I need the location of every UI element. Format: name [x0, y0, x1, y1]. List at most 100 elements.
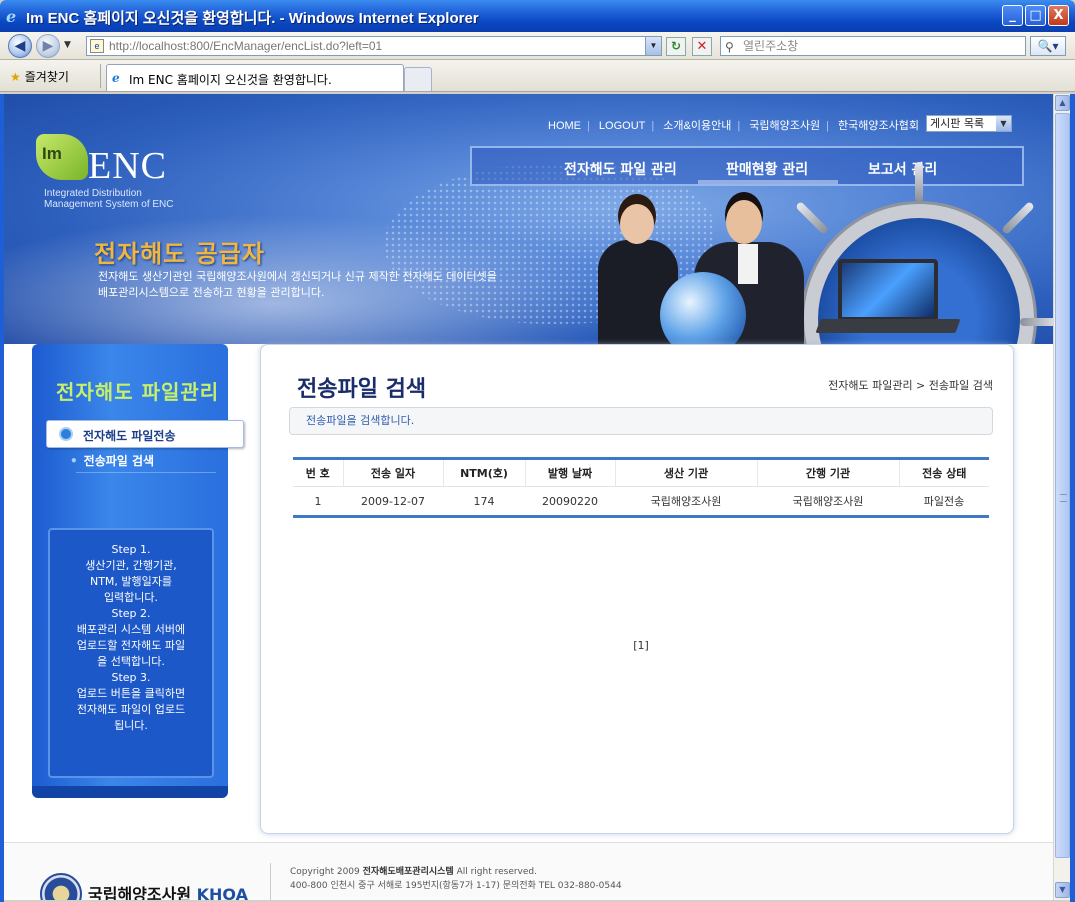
new-tab-button[interactable]	[404, 67, 432, 91]
cell-number: 1	[314, 494, 322, 508]
favorites-button[interactable]: ★ 즐겨찾기	[10, 68, 69, 85]
logo-leaf-icon[interactable]: Im	[36, 134, 88, 180]
col-header-issue-date: 발행 날짜	[524, 458, 615, 487]
vertical-scrollbar[interactable]: ▲ ▼	[1053, 94, 1070, 900]
minimize-button[interactable]: _	[1002, 5, 1023, 26]
address-dropdown-icon[interactable]: ▼	[645, 37, 661, 55]
results-table-wrap: 번 호 전송 일자 NTM(호) 발행 날짜 생산 기관 간행 기관 전송 상태…	[293, 457, 989, 652]
window-right-border	[1070, 94, 1075, 902]
topnav-home-link[interactable]: HOME	[548, 120, 581, 132]
step-line: 생산기관, 간행기관,	[85, 559, 177, 572]
close-button[interactable]: X	[1048, 5, 1069, 26]
main-nav: 전자해도 파일 관리 판매현황 관리 보고서 관리	[470, 146, 1024, 186]
logo-subtitle: Integrated Distribution Management Syste…	[44, 188, 174, 210]
banner-description-line2: 배포관리시스템으로 전송하고 현황을 관리합니다.	[98, 286, 325, 299]
step-line: 업로드할 전자해도 파일	[76, 639, 186, 652]
forward-button[interactable]: ▶	[36, 34, 60, 58]
sidebar-title: 전자해도 파일관리	[56, 380, 220, 404]
favorites-label: 즐겨찾기	[24, 70, 69, 84]
footer-address: 400-800 인천시 중구 서해로 195번지(항동7가 1-17) 문의전화…	[290, 881, 622, 891]
mainnav-active-underline	[698, 180, 838, 184]
khoa-seal-icon	[40, 873, 82, 900]
topnav-logout-link[interactable]: LOGOUT	[599, 120, 645, 132]
col-header-publisher: 간행 기관	[756, 458, 899, 487]
col-header-status: 전송 상태	[898, 458, 989, 487]
page-icon: e	[90, 39, 104, 53]
ie-logo-icon: e	[6, 7, 17, 26]
address-url-text: http://localhost:800/EncManager/encList.…	[109, 39, 383, 53]
page-title: 전송파일 검색	[297, 377, 427, 402]
sidebar-item-label: 전자해도 파일전송	[83, 429, 176, 443]
col-header-producer: 생산 기관	[614, 458, 757, 487]
scroll-thumb[interactable]	[1055, 113, 1070, 858]
circle-arrow-icon	[59, 427, 73, 441]
step-line: Step 1.	[111, 543, 151, 556]
mainnav-reports[interactable]: 보고서 관리	[868, 159, 937, 179]
star-icon: ★	[10, 70, 21, 84]
search-go-button[interactable]: 🔍▾	[1030, 36, 1066, 56]
step-line: Step 2.	[111, 607, 151, 620]
step-line: 전자해도 파일이 업로드	[76, 703, 186, 716]
address-input[interactable]: e http://localhost:800/EncManager/encLis…	[86, 36, 662, 56]
table-header-row: 번 호 전송 일자 NTM(호) 발행 날짜 생산 기관 간행 기관 전송 상태	[293, 458, 989, 487]
refresh-button[interactable]: ↻	[666, 37, 686, 56]
step-line: 됩니다.	[114, 719, 148, 732]
scroll-up-icon[interactable]: ▲	[1055, 95, 1070, 111]
board-list-selected: 게시판 목록	[930, 117, 985, 130]
col-header-ntm: NTM(호)	[442, 458, 525, 487]
chevron-down-icon: ▼	[996, 116, 1011, 131]
window-title: Im ENC 홈페이지 오신것을 환영합니다. - Windows Intern…	[26, 10, 479, 27]
cell-issue-date: 20090220	[542, 494, 598, 508]
step-line: 배포관리 시스템 서버에	[76, 623, 186, 636]
stop-button[interactable]: ✕	[692, 37, 712, 56]
scroll-down-icon[interactable]: ▼	[1055, 882, 1070, 898]
breadcrumb: 전자해도 파일관리 > 전송파일 검색	[828, 379, 993, 392]
search-placeholder: 열린주소창	[743, 39, 799, 53]
sidebar-item-file-transfer[interactable]: 전자해도 파일전송	[46, 420, 244, 448]
browser-tab-active[interactable]: e Im ENC 홈페이지 오신것을 환영합니다.	[106, 64, 404, 91]
logo-subtitle-line2: Management System of ENC	[44, 199, 174, 210]
logo-subtitle-line1: Integrated Distribution	[44, 188, 142, 199]
history-dropdown-icon[interactable]: ▼	[64, 40, 71, 50]
mainnav-sales[interactable]: 판매현황 관리	[726, 159, 808, 179]
page-footer: 국립해양조사원 KHOA Copyright 2009 전자해도배포관리시스템 …	[4, 842, 1053, 900]
topnav-association-link[interactable]: 한국해양조사협회	[838, 120, 919, 132]
mainnav-enc-files[interactable]: 전자해도 파일 관리	[564, 159, 677, 179]
sidebar-bottom-edge	[32, 786, 228, 798]
favorites-divider	[100, 64, 101, 88]
page-viewport: Im ENC Integrated Distribution Managemen…	[4, 94, 1053, 900]
banner-description-line1: 전자해도 생산기관인 국립해양조사원에서 갱신되거나 신규 제작한 전자해도 데…	[98, 270, 497, 283]
copyright-system-name: 전자해도배포관리시스템	[362, 867, 454, 877]
left-sidebar: 전자해도 파일관리 전자해도 파일전송 전송파일 검색 Step 1. 생산기관…	[32, 344, 244, 798]
banner-heading: 전자해도 공급자	[94, 240, 265, 268]
step-line: Step 3.	[111, 671, 151, 684]
logo-text[interactable]: ENC	[88, 144, 167, 188]
sidebar-subitem-search[interactable]: 전송파일 검색	[70, 452, 154, 469]
copyright-prefix: Copyright 2009	[290, 867, 363, 877]
cell-ntm: 174	[473, 494, 495, 508]
topnav-khoa-link[interactable]: 국립해양조사원	[749, 120, 820, 132]
top-utility-nav: HOME | LOGOUT | 소개&이용안내 | 국립해양조사원 | 한국해양조사협회	[548, 120, 920, 132]
maximize-button[interactable]: □	[1025, 5, 1046, 26]
steps-info-box: Step 1. 생산기관, 간행기관, NTM, 발행일자를 입력합니다. St…	[48, 528, 214, 778]
topnav-guide-link[interactable]: 소개&이용안내	[663, 120, 731, 132]
footer-org-korean: 국립해양조사원	[88, 885, 192, 900]
step-line: 입력합니다.	[103, 591, 159, 604]
tab-title: Im ENC 홈페이지 오신것을 환영합니다.	[129, 73, 332, 87]
cell-publisher: 국립해양조사원	[792, 495, 864, 508]
footer-org-abbr: KHOA	[196, 885, 248, 900]
header-banner: Im ENC Integrated Distribution Managemen…	[4, 94, 1053, 344]
board-list-select[interactable]: 게시판 목록 ▼	[926, 115, 1012, 132]
search-input[interactable]: ⚲ 열린주소창	[720, 36, 1026, 56]
favorites-bar: ★ 즐겨찾기 e Im ENC 홈페이지 오신것을 환영합니다.	[0, 60, 1075, 92]
laptop-base-image	[815, 319, 961, 333]
table-row[interactable]: 1 2009-12-07 174 20090220 국립해양조사원 국립해양조사…	[293, 487, 989, 517]
back-button[interactable]: ◀	[8, 34, 32, 58]
laptop-image	[838, 259, 938, 321]
col-header-number: 번 호	[293, 458, 343, 487]
cell-producer: 국립해양조사원	[650, 495, 722, 508]
content-panel: 전송파일 검색 전자해도 파일관리 > 전송파일 검색 전송파일을 검색합니다.…	[260, 344, 1014, 834]
pagination-page-1[interactable]: [1]	[293, 639, 989, 652]
footer-divider	[270, 863, 271, 900]
footer-org-name: 국립해양조사원 KHOA	[88, 881, 248, 900]
